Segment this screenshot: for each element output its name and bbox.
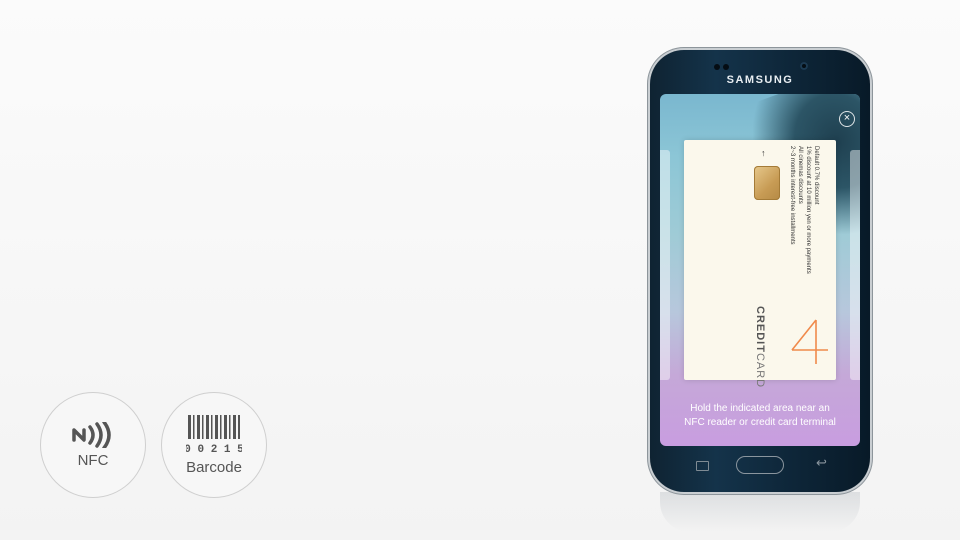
card-logo-icon <box>791 319 828 364</box>
instruction-line-2: NFC reader or credit card terminal <box>684 417 836 428</box>
front-camera-icon <box>800 62 808 70</box>
close-icon[interactable]: × <box>839 111 855 127</box>
phone-screen: × ↑ Default 0.7% discount 1% discount at… <box>660 94 860 446</box>
benefit-line: 1% discount at 10 million yen or more pa… <box>805 146 811 274</box>
barcode-icon: 0 0 2 1 5 <box>186 414 242 455</box>
prev-card-edge[interactable] <box>660 150 670 380</box>
card-benefits: Default 0.7% discount 1% discount at 10 … <box>788 146 820 286</box>
benefit-line: 2~3 months interest-free installments <box>789 146 795 245</box>
home-button[interactable] <box>736 456 784 474</box>
benefit-line: Default 0.7% discount <box>813 146 819 205</box>
back-icon[interactable]: ↩ <box>816 455 827 471</box>
instruction-line-1: Hold the indicated area near an <box>690 403 830 414</box>
barcode-label: Barcode <box>186 458 242 476</box>
nfc-label: NFC <box>77 451 109 469</box>
barcode-mode-button[interactable]: 0 0 2 1 5 Barcode <box>161 392 267 498</box>
barcode-digits: 0 0 2 1 5 <box>186 444 242 455</box>
credit-card[interactable]: ↑ Default 0.7% discount 1% discount at 1… <box>684 140 836 388</box>
phone-device: SAMSUNG × ↑ Default 0.7% discount 1% dis… <box>650 50 870 492</box>
card-title-light: CARD <box>754 352 766 389</box>
benefit-line: All cinemas discounts <box>797 146 803 204</box>
next-card-edge[interactable] <box>850 150 860 380</box>
recent-apps-icon[interactable] <box>696 461 709 471</box>
nfc-mode-button[interactable]: NFC <box>40 392 146 498</box>
phone-brand: SAMSUNG <box>726 74 794 86</box>
card-title-bold: CREDIT <box>754 306 766 353</box>
card-chip <box>754 166 780 200</box>
nfc-icon <box>72 421 111 448</box>
earpiece-speaker <box>714 64 732 70</box>
tap-instruction: Hold the indicated area near an NFC read… <box>660 402 860 430</box>
chip-arrow-icon: ↑ <box>761 148 766 158</box>
phone-reflection <box>660 492 860 532</box>
card-title: CREDITCARD <box>754 306 766 388</box>
